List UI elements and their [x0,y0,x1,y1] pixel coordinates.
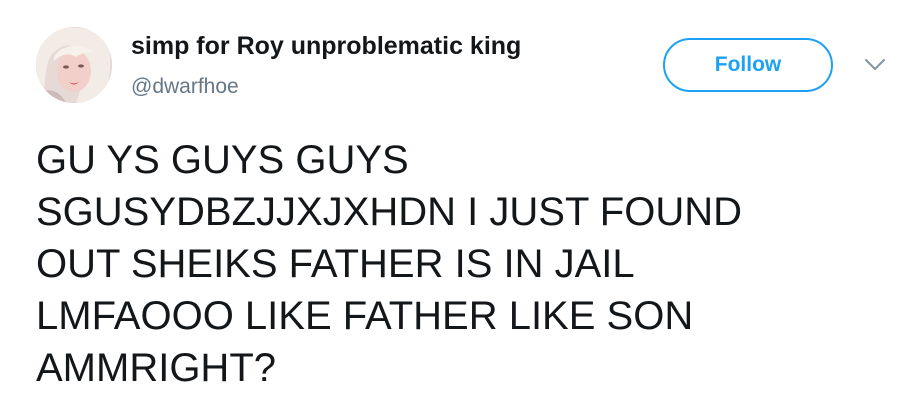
tweet-line: OUT SHEIKS FATHER IS IN JAIL [36,242,635,286]
avatar-image [36,27,112,103]
avatar[interactable] [36,27,112,103]
tweet-line: LMFAOOO LIKE FATHER LIKE SON [36,294,694,338]
display-name[interactable]: simp for Roy unproblematic king [131,32,521,61]
follow-button[interactable]: Follow [663,38,833,92]
tweet-text: GU YS GUYS GUYS SGUSYDBZJJXJXHDN I JUST … [36,134,886,394]
tweet-line: AMMRIGHT? [36,346,276,390]
tweet-card: simp for Roy unproblematic king @dwarfho… [0,0,905,401]
tweet-line: SGUSYDBZJJXJXHDN I JUST FOUND [36,190,742,234]
chevron-down-icon[interactable] [862,55,888,75]
tweet-line: GU YS GUYS GUYS [36,138,409,182]
user-handle[interactable]: @dwarfhoe [131,75,239,99]
